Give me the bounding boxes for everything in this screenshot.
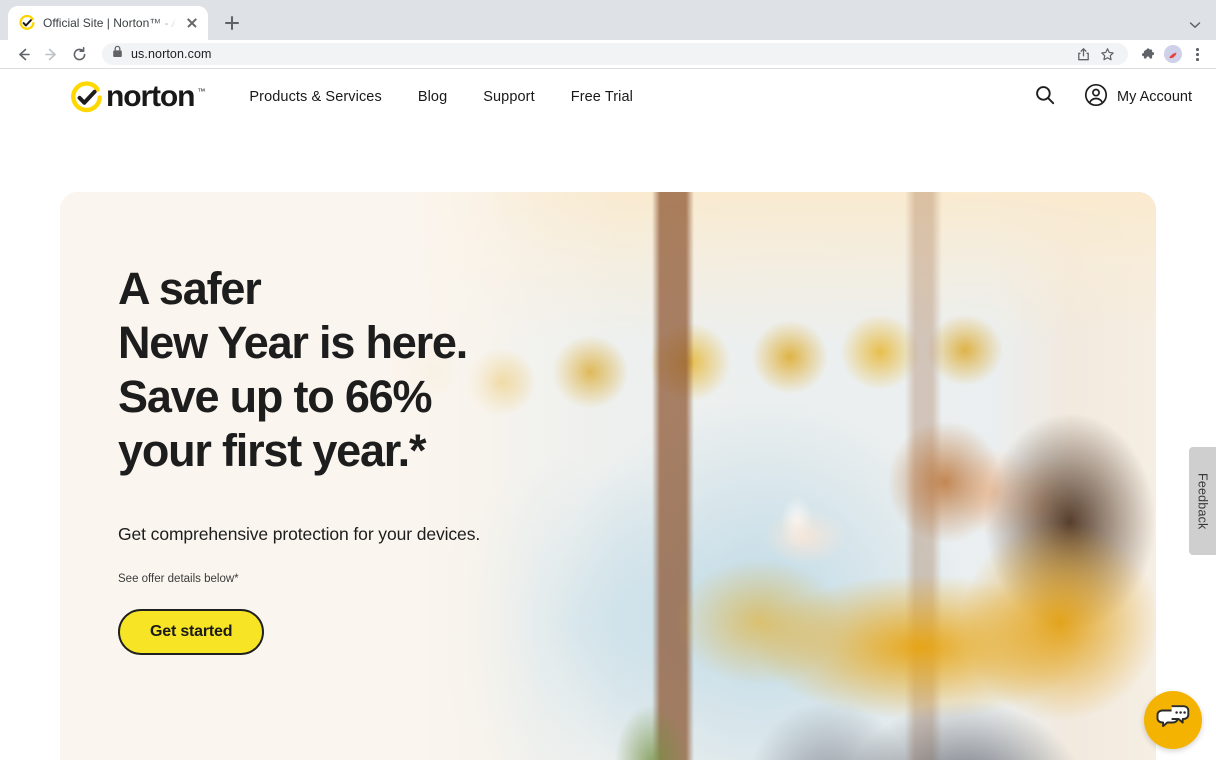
lock-icon [112, 45, 123, 63]
nav-item-blog[interactable]: Blog [418, 89, 447, 105]
chat-bubbles-icon [1156, 703, 1190, 738]
main-navigation: Products & Services Blog Support Free Tr… [249, 89, 633, 105]
nav-item-products-services[interactable]: Products & Services [249, 89, 381, 105]
new-tab-button[interactable] [218, 9, 246, 37]
forward-arrow-icon[interactable] [38, 41, 64, 67]
norton-logo-wordmark: norton [106, 80, 195, 113]
hero-offer-details-note: See offer details below* [118, 573, 239, 585]
norton-logo[interactable]: norton ™ [70, 80, 206, 114]
browser-toolbar: us.norton.com [0, 40, 1216, 68]
norton-check-logo-icon [70, 80, 103, 114]
my-account-label: My Account [1117, 89, 1192, 105]
norton-check-favicon-icon [19, 14, 35, 31]
nav-item-free-trial[interactable]: Free Trial [571, 89, 633, 105]
address-bar-url: us.norton.com [131, 47, 212, 61]
hero-banner: A safer New Year is here. Save up to 66%… [60, 192, 1156, 760]
feedback-tab-label: Feedback [1195, 472, 1210, 530]
hero-headline-line-1: A safer [118, 263, 262, 314]
search-icon[interactable] [1034, 84, 1056, 111]
chevron-down-icon[interactable] [1188, 18, 1202, 32]
browser-tab-title: Official Site | Norton™ - Antivir [43, 16, 176, 30]
get-started-button[interactable]: Get started [118, 609, 265, 655]
kebab-menu-icon[interactable] [1188, 45, 1206, 63]
nav-item-support[interactable]: Support [483, 89, 535, 105]
puzzle-icon[interactable] [1136, 43, 1158, 65]
feedback-tab[interactable]: Feedback [1189, 447, 1216, 555]
my-account-link[interactable]: My Account [1084, 83, 1192, 112]
site-header: norton ™ Products & Services Blog Suppor… [0, 69, 1216, 125]
hero-headline-line-3: Save up to 66% [118, 371, 433, 422]
hero-headline-line-4: your first year.* [118, 425, 426, 476]
reload-icon[interactable] [66, 41, 92, 67]
hero-subheadline: Get comprehensive protection for your de… [118, 524, 481, 544]
hero-headline: A safer New Year is here. Save up to 66%… [118, 262, 588, 478]
profile-avatar-icon[interactable] [1164, 45, 1182, 63]
hero-headline-line-2: New Year is here. [118, 317, 468, 368]
browser-tabstrip: Official Site | Norton™ - Antivir [0, 0, 1216, 40]
account-circle-icon [1084, 83, 1108, 112]
browser-tab[interactable]: Official Site | Norton™ - Antivir [8, 6, 208, 40]
hero-content: A safer New Year is here. Save up to 66%… [118, 262, 588, 655]
close-icon[interactable] [184, 15, 200, 31]
page-content: norton ™ Products & Services Blog Suppor… [0, 69, 1216, 760]
norton-logo-trademark: ™ [197, 86, 206, 96]
back-arrow-icon[interactable] [10, 41, 36, 67]
header-actions: My Account [1034, 83, 1192, 112]
address-bar[interactable]: us.norton.com [102, 43, 1128, 65]
share-icon[interactable] [1072, 43, 1094, 65]
chat-widget-button[interactable] [1144, 691, 1202, 749]
browser-chrome: Official Site | Norton™ - Antivir [0, 0, 1216, 69]
omnibox-actions [1072, 43, 1118, 65]
star-icon[interactable] [1096, 43, 1118, 65]
